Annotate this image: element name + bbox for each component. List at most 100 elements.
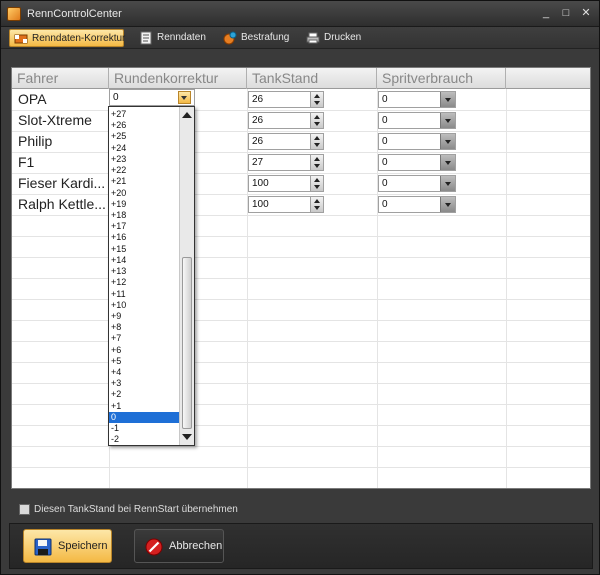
- dropdown-option[interactable]: +12: [109, 277, 180, 288]
- driver-name[interactable]: Slot-Xtreme: [18, 110, 92, 131]
- dropdown-option[interactable]: +15: [109, 244, 180, 255]
- dropdown-option[interactable]: +27: [109, 109, 180, 120]
- dropdown-option[interactable]: -1: [109, 423, 180, 434]
- spritverbrauch-select[interactable]: 0: [378, 133, 456, 150]
- spin-buttons[interactable]: [310, 155, 323, 170]
- column-header-filler: [506, 68, 590, 89]
- chevron-down-icon[interactable]: [440, 92, 455, 107]
- spin-down-icon[interactable]: [314, 164, 320, 168]
- cancel-button[interactable]: Abbrechen: [134, 529, 224, 563]
- dropdown-option[interactable]: +10: [109, 300, 180, 311]
- dropdown-option[interactable]: +24: [109, 143, 180, 154]
- grid-line: [12, 320, 590, 321]
- spin-down-icon[interactable]: [314, 206, 320, 210]
- dropdown-option[interactable]: +13: [109, 266, 180, 277]
- spritverbrauch-select[interactable]: 0: [378, 175, 456, 192]
- tankstand-checkbox[interactable]: [19, 504, 30, 515]
- dropdown-option[interactable]: 0: [109, 411, 180, 424]
- dropdown-option[interactable]: +7: [109, 333, 180, 344]
- dropdown-option[interactable]: +18: [109, 210, 180, 221]
- spin-buttons[interactable]: [310, 92, 323, 107]
- minimize-button[interactable]: _: [539, 6, 553, 20]
- spin-up-icon[interactable]: [314, 157, 320, 161]
- rundenkorrektur-select[interactable]: 0: [109, 89, 195, 106]
- driver-name[interactable]: F1: [18, 152, 34, 173]
- dropdown-option[interactable]: +5: [109, 356, 180, 367]
- spin-up-icon[interactable]: [314, 94, 320, 98]
- dropdown-option[interactable]: +16: [109, 232, 180, 243]
- dropdown-option[interactable]: +14: [109, 255, 180, 266]
- column-header-rundenkorrektur[interactable]: Rundenkorrektur: [109, 68, 247, 89]
- dropdown-option[interactable]: +1: [109, 401, 180, 412]
- scroll-up-icon[interactable]: [182, 112, 192, 118]
- chevron-down-icon[interactable]: [178, 91, 191, 104]
- dropdown-option[interactable]: +26: [109, 120, 180, 131]
- driver-name[interactable]: Ralph Kettle...: [18, 194, 106, 215]
- title-bar[interactable]: RennControlCenter _ □ ✕: [1, 1, 599, 27]
- spritverbrauch-select[interactable]: 0: [378, 154, 456, 171]
- driver-name[interactable]: Fieser Kardi...: [18, 173, 105, 194]
- chevron-down-icon[interactable]: [440, 197, 455, 212]
- spritverbrauch-select[interactable]: 0: [378, 91, 456, 108]
- spin-down-icon[interactable]: [314, 122, 320, 126]
- spritverbrauch-select[interactable]: 0: [378, 112, 456, 129]
- tankstand-stepper[interactable]: 100: [248, 196, 324, 213]
- grid-line: [12, 278, 590, 279]
- dropdown-option[interactable]: +21: [109, 176, 180, 187]
- column-header-fahrer[interactable]: Fahrer: [12, 68, 109, 89]
- chevron-down-icon[interactable]: [440, 176, 455, 191]
- tab-drucken[interactable]: Drucken: [302, 29, 366, 47]
- column-header-tankstand[interactable]: TankStand: [247, 68, 377, 89]
- driver-name[interactable]: OPA: [18, 89, 47, 110]
- chevron-down-icon[interactable]: [440, 113, 455, 128]
- tab-bestrafung[interactable]: Bestrafung: [219, 29, 294, 47]
- spin-up-icon[interactable]: [314, 115, 320, 119]
- driver-name[interactable]: Philip: [18, 131, 52, 152]
- save-button[interactable]: Speichern: [23, 529, 112, 563]
- spin-up-icon[interactable]: [314, 199, 320, 203]
- spin-down-icon[interactable]: [314, 185, 320, 189]
- tankstand-stepper[interactable]: 26: [248, 91, 324, 108]
- dropdown-option[interactable]: +4: [109, 367, 180, 378]
- column-header-spritverbrauch[interactable]: Spritverbrauch: [377, 68, 506, 89]
- tankstand-stepper[interactable]: 26: [248, 133, 324, 150]
- scrollbar-thumb[interactable]: [182, 257, 192, 429]
- tankstand-value: 26: [252, 136, 264, 147]
- tab-renndaten[interactable]: Renndaten: [135, 29, 211, 47]
- spin-buttons[interactable]: [310, 176, 323, 191]
- chevron-down-icon[interactable]: [440, 134, 455, 149]
- spin-down-icon[interactable]: [314, 101, 320, 105]
- spin-buttons[interactable]: [310, 197, 323, 212]
- dropdown-option[interactable]: +2: [109, 389, 180, 400]
- tab-renndaten-korrektur[interactable]: Renndaten-Korrektur: [9, 29, 125, 47]
- grid-line: [12, 404, 590, 405]
- dropdown-option[interactable]: +25: [109, 131, 180, 142]
- dropdown-option[interactable]: +22: [109, 165, 180, 176]
- chevron-down-icon[interactable]: [440, 155, 455, 170]
- tankstand-stepper[interactable]: 26: [248, 112, 324, 129]
- dropdown-option[interactable]: +17: [109, 221, 180, 232]
- dropdown-option[interactable]: +20: [109, 188, 180, 199]
- dropdown-option[interactable]: -2: [109, 434, 180, 445]
- spin-buttons[interactable]: [310, 113, 323, 128]
- maximize-button[interactable]: □: [559, 6, 573, 20]
- spin-buttons[interactable]: [310, 134, 323, 149]
- scroll-down-icon[interactable]: [182, 434, 192, 440]
- dropdown-option[interactable]: +6: [109, 345, 180, 356]
- tankstand-stepper[interactable]: 100: [248, 175, 324, 192]
- spritverbrauch-select[interactable]: 0: [378, 196, 456, 213]
- close-button[interactable]: ✕: [579, 6, 593, 20]
- cancel-icon: [145, 538, 163, 556]
- dropdown-option[interactable]: +11: [109, 289, 180, 300]
- dropdown-scrollbar[interactable]: [179, 107, 194, 445]
- rundenkorrektur-dropdown-list[interactable]: +27 +26 +25 +24 +23 +22 +21 +20 +19 +18 +17 +16 +15 +…: [108, 106, 195, 446]
- spin-up-icon[interactable]: [314, 136, 320, 140]
- dropdown-option[interactable]: +3: [109, 378, 180, 389]
- dropdown-option[interactable]: +8: [109, 322, 180, 333]
- dropdown-option[interactable]: +19: [109, 199, 180, 210]
- dropdown-option[interactable]: +23: [109, 154, 180, 165]
- spin-up-icon[interactable]: [314, 178, 320, 182]
- dropdown-option[interactable]: +9: [109, 311, 180, 322]
- spin-down-icon[interactable]: [314, 143, 320, 147]
- tankstand-stepper[interactable]: 27: [248, 154, 324, 171]
